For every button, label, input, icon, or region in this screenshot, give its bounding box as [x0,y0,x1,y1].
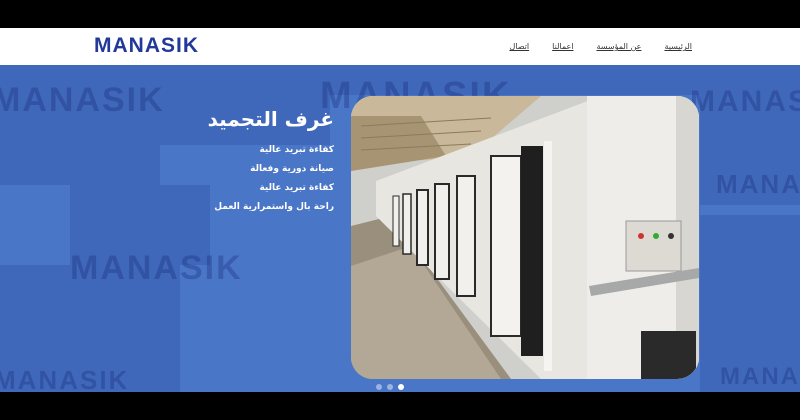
brand-logo[interactable]: MANASIK [94,34,199,58]
watermark-logo: MANASIK [0,81,165,119]
carousel-dot[interactable] [387,384,393,390]
site-header: MANASIK اتصال اعمالنا عن المؤسسة الرئيسي… [0,28,800,65]
nav-item-home[interactable]: الرئيسية [664,42,692,51]
feature-item: كفاءة تبريد عالية [259,183,334,193]
carousel-indicators [376,384,404,390]
nav-item-contact[interactable]: اتصال [509,42,529,51]
carousel-dot[interactable] [376,384,382,390]
carousel-dot-active[interactable] [398,384,404,390]
cold-room-photo-illustration [351,96,699,379]
top-letterbox [0,0,800,28]
watermark-logo: MANASIK [0,365,130,392]
watermark-logo: MANASIK [70,249,243,287]
hero-banner: MANASIK MANASIK MANASIK MANASIK MANASIK … [0,65,800,392]
watermark-logo: MANASIK [690,85,800,118]
nav-item-about[interactable]: عن المؤسسة [596,42,641,51]
main-nav: اتصال اعمالنا عن المؤسسة الرئيسية [509,42,692,51]
feature-item: كفاءة تبريد عالية [259,145,334,155]
feature-item: راحة بال واستمرارية العمل [214,202,334,212]
bottom-letterbox [0,392,800,420]
hero-text-block: غرف التجميد كفاءة تبريد عالية صيانة دوري… [208,107,334,217]
watermark-logo: MANASIK [720,363,800,390]
feature-item: صيانة دورية وفعالة [250,164,334,174]
hero-title: غرف التجميد [207,107,334,131]
watermark-logo: MANASIK [716,169,800,199]
hero-photo [351,96,699,379]
nav-item-works[interactable]: اعمالنا [552,42,573,51]
